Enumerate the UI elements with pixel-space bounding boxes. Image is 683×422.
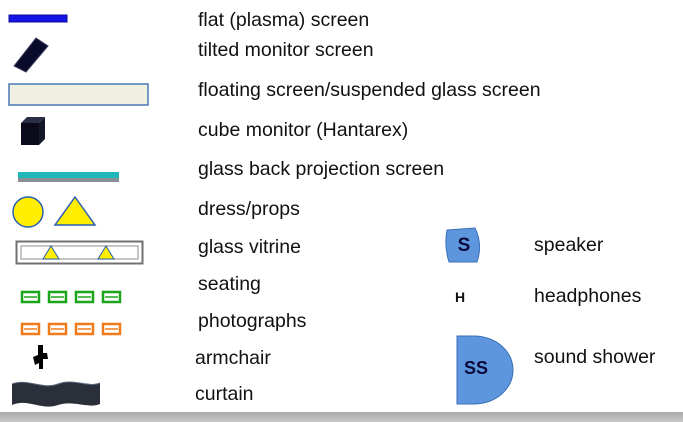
floating-screen-icon <box>8 83 149 106</box>
headphones-label: headphones <box>534 285 642 307</box>
cube-monitor-icon <box>21 117 45 145</box>
dress-props-icon <box>12 195 97 228</box>
armchair-label: armchair <box>195 347 271 369</box>
tilted-monitor-icon <box>13 37 49 73</box>
glass-vitrine-icon <box>15 240 144 265</box>
bottom-divider <box>0 412 683 422</box>
glass-back-projection-label: glass back projection screen <box>198 158 445 180</box>
seating-icon <box>20 290 122 304</box>
floating-screen-label: floating screen/suspended glass screen <box>198 79 541 101</box>
photographs-label: photographs <box>198 310 307 332</box>
glass-vitrine-label: glass vitrine <box>198 236 301 258</box>
flat-screen-icon <box>8 14 68 23</box>
headphones-icon: H <box>454 289 466 305</box>
glass-back-projection-icon <box>18 172 119 182</box>
curtain-label: curtain <box>195 383 254 405</box>
flat-screen-label: flat (plasma) screen <box>198 9 370 31</box>
curtain-icon <box>11 381 101 407</box>
cube-monitor-label: cube monitor (Hantarex) <box>198 119 409 141</box>
seating-label: seating <box>198 273 261 295</box>
tilted-monitor-label: tilted monitor screen <box>198 39 374 61</box>
speaker-label: speaker <box>534 234 604 256</box>
sound-shower-label: sound shower <box>534 346 656 368</box>
dress-props-label: dress/props <box>198 198 300 220</box>
photographs-icon <box>20 322 122 336</box>
sound-shower-icon: SS <box>463 357 488 378</box>
armchair-icon <box>33 345 48 369</box>
speaker-icon: S <box>457 235 471 256</box>
